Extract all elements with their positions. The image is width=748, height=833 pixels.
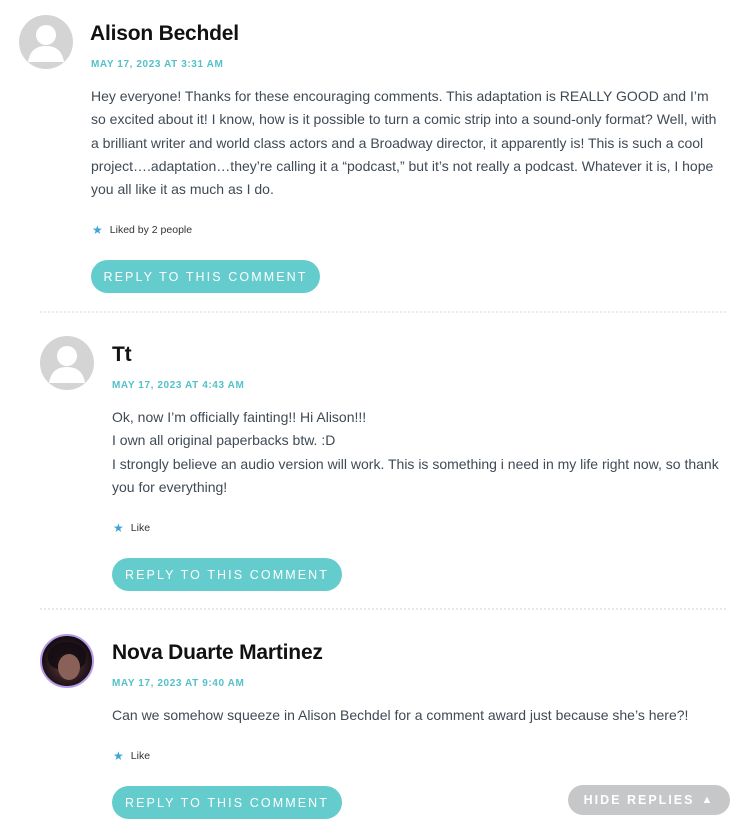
user-photo-avatar[interactable] [40,634,94,688]
reply-button[interactable]: REPLY TO THIS COMMENT [112,786,342,819]
hide-replies-button[interactable]: HIDE REPLIES ▲ [568,785,730,815]
comment-body: Can we somehow squeeze in Alison Bechdel… [112,704,724,727]
like-label[interactable]: Like [131,750,150,762]
avatar-face-shape [58,654,80,680]
hide-replies-label: HIDE REPLIES [583,793,695,807]
comment-author[interactable]: Nova Duarte Martinez [112,641,323,665]
triangle-up-icon: ▲ [701,794,715,806]
comment-text: Can we somehow squeeze in Alison Bechdel… [112,707,689,723]
star-icon[interactable]: ★ [113,749,124,763]
like-widget[interactable]: ★ Like [113,749,150,763]
comment-date-link[interactable]: MAY 17, 2023 AT 9:40 AM [112,678,244,689]
comment-nova-duarte-martinez: Nova Duarte Martinez MAY 17, 2023 AT 9:4… [0,0,748,833]
